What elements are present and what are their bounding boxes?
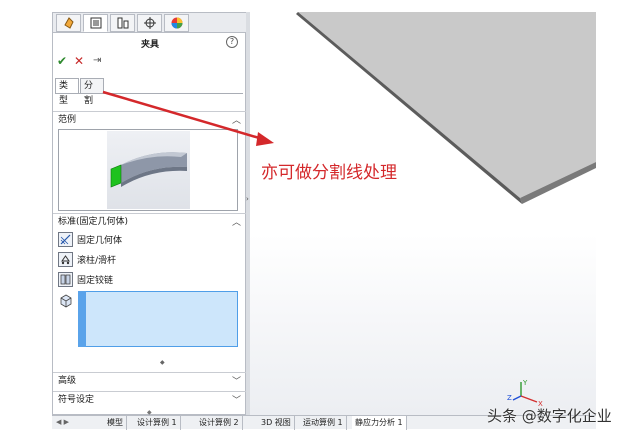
feature-manager-tab[interactable] bbox=[56, 14, 81, 32]
axis-triad: Y X Z bbox=[507, 379, 543, 408]
tab-divider bbox=[55, 93, 243, 94]
face-selection-icon bbox=[59, 294, 73, 308]
example-section-label: 范例 bbox=[58, 115, 77, 125]
svg-text:Y: Y bbox=[522, 379, 528, 387]
example-preview bbox=[58, 129, 238, 211]
display-manager-icon bbox=[171, 17, 182, 29]
symbol-section-header[interactable]: 符号设定 ﹀ bbox=[53, 392, 247, 408]
feature-manager-icon bbox=[63, 17, 74, 29]
annotation-text: 亦可做分割线处理 bbox=[261, 163, 397, 183]
fixed-hinge-icon bbox=[58, 271, 73, 287]
svg-text:Z: Z bbox=[507, 394, 512, 402]
tab-design-study-2[interactable]: 设计算例 2 bbox=[196, 416, 243, 430]
help-icon[interactable]: ? bbox=[226, 36, 238, 48]
advanced-section: 高级 ﹀ bbox=[53, 372, 247, 390]
pin-icon[interactable]: ⇥ bbox=[93, 54, 101, 68]
fixture-option-fixed-geometry[interactable]: 固定几何体 bbox=[58, 231, 122, 247]
dimxpert-tab[interactable] bbox=[137, 14, 162, 32]
fixture-option-fixed-hinge[interactable]: 固定铰链 bbox=[58, 271, 113, 287]
standard-section-label: 标准(固定几何体) bbox=[58, 217, 129, 227]
plate-model[interactable] bbox=[250, 12, 596, 222]
fixed-geometry-label: 固定几何体 bbox=[77, 235, 123, 246]
example-section: 范例 ︿ bbox=[53, 111, 247, 215]
chevron-down-icon[interactable]: ﹀ bbox=[232, 393, 241, 409]
property-manager-tab[interactable] bbox=[83, 14, 108, 32]
manager-tab-strip bbox=[53, 13, 247, 33]
chevron-up-icon[interactable]: ︿ bbox=[232, 215, 241, 231]
fixed-hinge-label: 固定铰链 bbox=[77, 275, 114, 286]
selection-list[interactable] bbox=[78, 291, 238, 347]
watermark: 头条 @数字化企业 bbox=[487, 407, 612, 425]
dimxpert-icon bbox=[143, 17, 156, 29]
tab-motion-study-1[interactable]: 运动算例 1 bbox=[300, 416, 347, 430]
tab-model[interactable]: 模型 bbox=[104, 416, 127, 430]
roller-slider-label: 滚柱/滑杆 bbox=[77, 255, 117, 266]
display-manager-tab[interactable] bbox=[164, 14, 189, 32]
symbol-settings-section: 符号设定 ﹀ bbox=[53, 391, 247, 409]
tab-3d-view[interactable]: 3D 视图 bbox=[258, 416, 295, 430]
tab-scroll-arrows-icon[interactable]: ◀ ▶ bbox=[56, 418, 69, 426]
graphics-viewport[interactable]: Y X Z bbox=[250, 12, 596, 415]
selection-list-highlight bbox=[78, 291, 86, 347]
ok-button[interactable]: ✔ bbox=[57, 54, 67, 68]
roller-slider-icon bbox=[58, 251, 73, 267]
property-manager-panel: 夹具 ? ✔ ✕ ⇥ 类型 分割 范例 ︿ 标准(固定几何体) ︿ 固定几何体 … bbox=[52, 12, 247, 416]
standard-section-header[interactable]: 标准(固定几何体) ︿ bbox=[53, 214, 247, 230]
tab-type[interactable]: 类型 bbox=[55, 78, 79, 106]
advanced-section-header[interactable]: 高级 ﹀ bbox=[53, 373, 247, 389]
chevron-down-icon[interactable]: ﹀ bbox=[232, 374, 241, 390]
symbol-section-label: 符号设定 bbox=[58, 395, 95, 405]
fixture-option-roller-slider[interactable]: 滚柱/滑杆 bbox=[58, 251, 116, 267]
tab-design-study-1[interactable]: 设计算例 1 bbox=[134, 416, 181, 430]
property-manager-title: 夹具 bbox=[140, 40, 159, 50]
tab-split[interactable]: 分割 bbox=[80, 78, 104, 106]
configuration-manager-tab[interactable] bbox=[110, 14, 135, 32]
tab-static-study-1[interactable]: 静应力分析 1 bbox=[352, 416, 407, 430]
fixed-geometry-icon bbox=[58, 231, 73, 247]
property-manager-icon bbox=[90, 17, 101, 29]
chevron-up-icon[interactable]: ︿ bbox=[232, 113, 241, 129]
example-section-header[interactable]: 范例 ︿ bbox=[53, 112, 247, 128]
configuration-manager-icon bbox=[117, 17, 128, 29]
example-image bbox=[107, 131, 190, 209]
resize-handle[interactable]: ◆ bbox=[160, 359, 165, 366]
advanced-section-label: 高级 bbox=[58, 376, 77, 386]
cancel-button[interactable]: ✕ bbox=[74, 54, 84, 68]
